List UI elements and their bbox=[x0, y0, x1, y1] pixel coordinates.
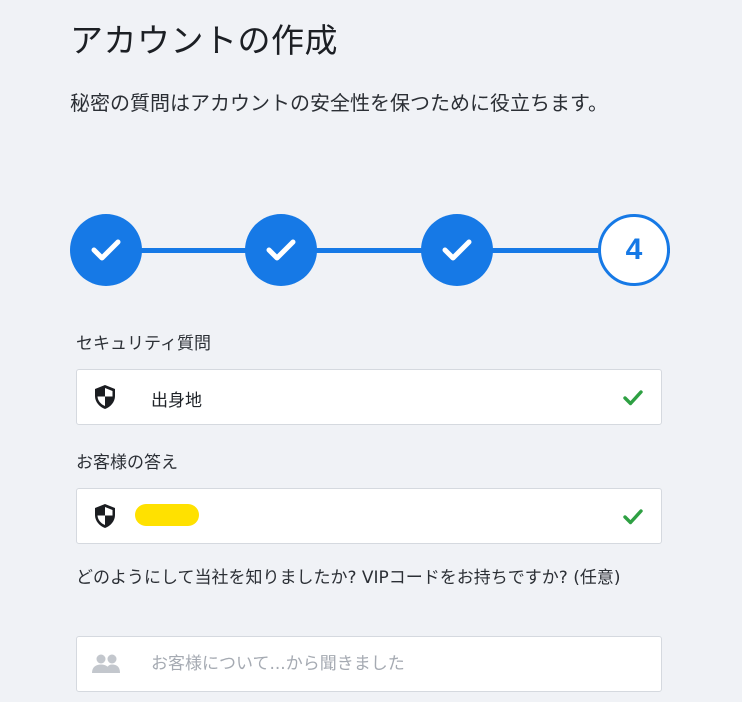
check-icon bbox=[623, 390, 643, 406]
stepper-line bbox=[100, 248, 670, 253]
check-icon bbox=[623, 509, 643, 525]
progress-stepper: 4 bbox=[70, 214, 670, 288]
check-icon bbox=[442, 239, 472, 261]
check-icon bbox=[91, 239, 121, 261]
security-question-select[interactable]: 出身地 bbox=[76, 369, 662, 425]
page-title: アカウントの作成 bbox=[70, 21, 338, 60]
step-4-number: 4 bbox=[625, 233, 643, 266]
shield-icon bbox=[95, 504, 115, 528]
answer-label: お客様の答え bbox=[76, 453, 178, 473]
step-1-completed bbox=[70, 214, 142, 286]
check-icon bbox=[266, 239, 296, 261]
answer-input[interactable] bbox=[76, 488, 662, 544]
referral-field bbox=[76, 636, 662, 692]
people-icon bbox=[92, 654, 120, 673]
step-2-completed bbox=[245, 214, 317, 286]
shield-icon bbox=[95, 385, 115, 409]
security-question-label: セキュリティ質問 bbox=[76, 334, 211, 354]
step-3-completed bbox=[421, 214, 493, 286]
referral-question-label: どのようにして当社を知りましたか? VIPコードをお持ちですか? (任意) bbox=[76, 568, 621, 588]
step-4-current: 4 bbox=[598, 214, 670, 286]
redacted-answer bbox=[135, 504, 199, 526]
security-question-value: 出身地 bbox=[151, 391, 202, 411]
referral-input[interactable] bbox=[137, 637, 637, 691]
page-subtitle: 秘密の質問はアカウントの安全性を保つために役立ちます。 bbox=[70, 91, 608, 115]
